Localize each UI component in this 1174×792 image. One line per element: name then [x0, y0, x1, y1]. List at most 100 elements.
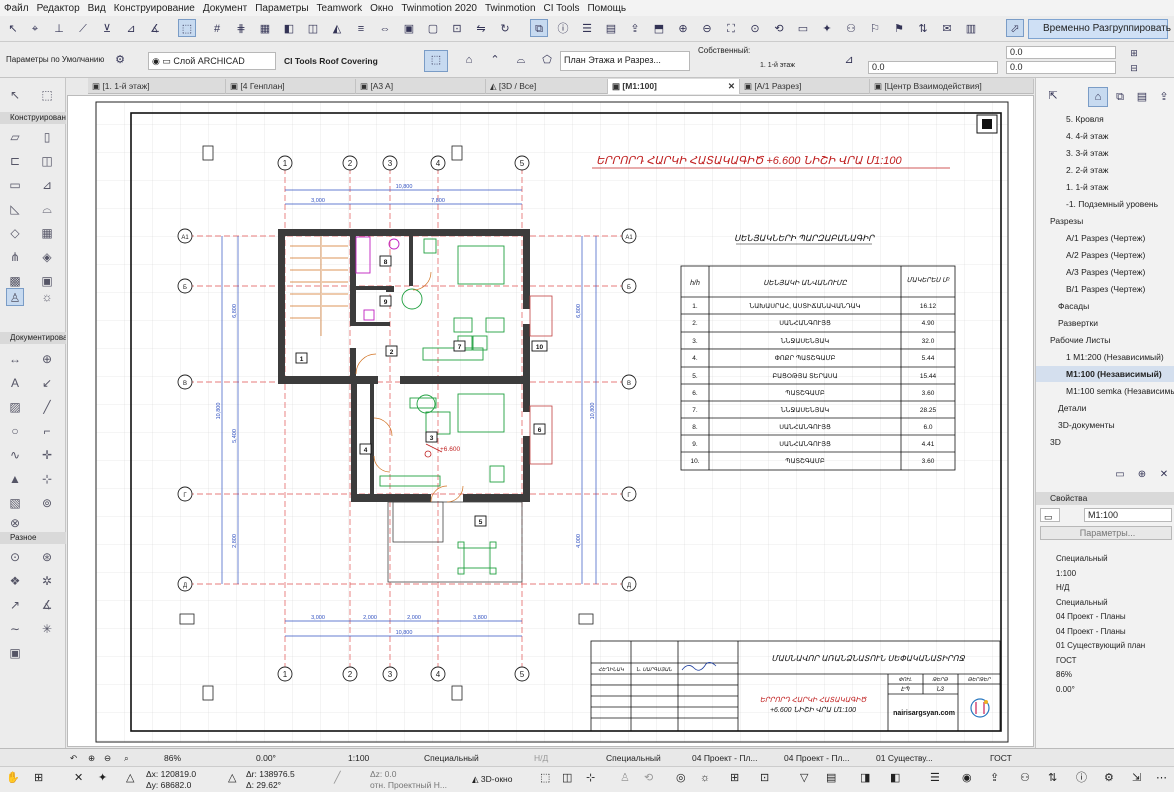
wall-tool-icon[interactable]: ▱ — [6, 128, 24, 146]
tab-a3[interactable]: ▣ [A3 A] — [356, 79, 486, 94]
box-icon[interactable]: ⬚ — [540, 771, 550, 785]
navigator-item[interactable]: B/1 Разрез (Чертеж) — [1036, 281, 1174, 297]
skylight-tool-icon[interactable]: ◇ — [6, 224, 24, 242]
walk-icon[interactable]: ⊙ — [746, 19, 764, 37]
3d-window-button[interactable]: ◭ 3D-окно — [472, 772, 512, 786]
navigator-item[interactable]: 3. 3-й этаж — [1036, 145, 1174, 161]
menu-ci-tools[interactable]: CI Tools — [544, 3, 580, 14]
snapshot-icon[interactable]: ◉ — [962, 771, 972, 785]
column-tool-icon[interactable]: ▯ — [38, 128, 56, 146]
chain-icon[interactable]: ⊞ — [1126, 46, 1142, 59]
undo-zoom-icon[interactable]: ↶ — [70, 751, 77, 765]
menu-document[interactable]: Документ — [203, 3, 247, 14]
layers-icon[interactable]: ▤ — [826, 771, 836, 785]
snap-icon[interactable]: ⊥ — [50, 19, 68, 37]
navigator-item[interactable]: А/1 Разрез (Чертеж) — [1036, 230, 1174, 246]
fit-window-icon[interactable]: ⛶ — [722, 19, 740, 37]
pen-set-icon[interactable]: ◧ — [280, 19, 298, 37]
orbit-icon[interactable]: ⟲ — [770, 19, 788, 37]
spline-tool-icon[interactable]: ∿ — [6, 446, 24, 464]
element-settings-icon[interactable]: ⚙ — [108, 50, 132, 72]
property-row[interactable]: Специальный — [1040, 552, 1172, 566]
measure-icon[interactable]: ∡ — [146, 19, 164, 37]
geometry-method-icon[interactable]: ⬚ — [424, 50, 448, 72]
grid-tool-icon[interactable]: ⊗ — [6, 514, 24, 532]
elevation-icon[interactable]: ◧ — [890, 771, 900, 785]
change-tool-icon[interactable]: ⊚ — [38, 494, 56, 512]
sun-tool-icon[interactable]: ✳ — [38, 620, 56, 638]
publisher-sets-icon[interactable]: ⇪ — [1154, 87, 1174, 107]
layer-selector[interactable]: ◉ ▭ Слой ARCHICAD — [148, 52, 276, 70]
beam-tool-icon[interactable]: ⊏ — [6, 152, 24, 170]
organizer-icon[interactable]: ▤ — [602, 19, 620, 37]
height-field[interactable]: 0.0 — [1006, 46, 1116, 59]
hand-icon[interactable]: ✋ — [6, 771, 20, 785]
zoom-out-icon[interactable]: ⊖ — [698, 19, 716, 37]
arrow-tool-icon[interactable]: ↖ — [6, 86, 24, 104]
model-view-icon[interactable]: ◫ — [304, 19, 322, 37]
layer-combo-icon[interactable]: ▦ — [256, 19, 274, 37]
menu-twinmotion2020[interactable]: Twinmotion 2020 — [401, 3, 477, 14]
trace-icon[interactable]: ⌖ — [26, 19, 44, 37]
navigator-item[interactable]: 5. Кровля — [1036, 111, 1174, 127]
menu-window[interactable]: Окно — [370, 3, 393, 14]
zoom-icon[interactable]: ⊖ — [104, 751, 111, 765]
menu-twinmotion[interactable]: Twinmotion — [485, 3, 536, 14]
section-document[interactable]: Документирование — [0, 332, 66, 344]
menu-file[interactable]: Файл — [4, 3, 29, 14]
circle-tool-icon[interactable]: ○ — [6, 422, 24, 440]
walk-icon[interactable]: ♙ — [620, 771, 630, 785]
layer-combo-value[interactable]: Специальный — [424, 751, 479, 765]
morph-tool-icon[interactable]: ◈ — [38, 248, 56, 266]
marquee-icon[interactable]: ⬒ — [650, 19, 668, 37]
pointer-icon[interactable]: ↖ — [4, 19, 22, 37]
align-icon[interactable]: ≡ — [352, 19, 370, 37]
object-tool-icon[interactable]: ♙ — [6, 288, 24, 306]
tab-genplan[interactable]: ▣ [4 Генплан] — [226, 79, 356, 94]
section-misc[interactable]: Разное — [0, 532, 66, 544]
angle-tool-icon[interactable]: ∡ — [38, 596, 56, 614]
hip-roof-icon[interactable]: ⌃ — [484, 50, 506, 72]
navigator-item[interactable]: Разрезы — [1036, 213, 1174, 229]
cube-icon[interactable]: ◫ — [562, 771, 572, 785]
navigator-item[interactable]: 3D — [1036, 434, 1174, 450]
scale-value[interactable]: 1:100 — [348, 751, 369, 765]
navigator-item[interactable]: M1:100 (Независимый) — [1036, 366, 1174, 382]
angle-value[interactable]: 0.00° — [256, 751, 276, 765]
line-tool-icon[interactable]: ╱ — [38, 398, 56, 416]
cloud-tool-icon[interactable]: ❖ — [6, 572, 24, 590]
fill-tool-icon[interactable]: ▨ — [6, 398, 24, 416]
wave-tool-icon[interactable]: ∼ — [6, 620, 24, 638]
navigator-item[interactable]: -1. Подземный уровень — [1036, 196, 1174, 212]
navigator-item[interactable]: 2. 2-й этаж — [1036, 162, 1174, 178]
structure-value[interactable]: Н/Д — [534, 751, 548, 765]
tab-section-a1[interactable]: ▣ [A/1 Разрез] — [740, 79, 870, 94]
distribute-icon[interactable]: ⇔ — [376, 19, 394, 37]
property-row[interactable]: 0.00° — [1040, 683, 1172, 697]
tab-1st-floor[interactable]: ▣ [1. 1-й этаж] — [88, 79, 226, 94]
axis-icon[interactable]: ⊹ — [586, 771, 595, 785]
standard-value[interactable]: ГОСТ — [990, 751, 1012, 765]
property-row[interactable]: 04 Проект - Планы — [1040, 625, 1172, 639]
properties-settings-button[interactable]: Параметры... — [1040, 526, 1172, 540]
filter-icon[interactable]: ▽ — [800, 771, 808, 785]
railing-tool-icon[interactable]: ⋔ — [6, 248, 24, 266]
properties-name-field[interactable]: M1:100 — [1084, 508, 1172, 522]
pan-icon[interactable]: ⊞ — [34, 771, 43, 785]
menu-edit[interactable]: Редактор — [37, 3, 80, 14]
camera-icon[interactable]: ◎ — [676, 771, 686, 785]
navigator-item[interactable]: Развертки — [1036, 315, 1174, 331]
snap-grid-icon[interactable]: ⋕ — [232, 19, 250, 37]
property-row[interactable]: 04 Проект - Планы — [1040, 610, 1172, 624]
roof-pivot-icon[interactable]: ⊿ — [836, 50, 862, 72]
tab-m1-100[interactable]: ▣ [M1:100] ✕ — [608, 79, 740, 94]
grid-icon[interactable]: ⊞ — [730, 771, 739, 785]
navigator-item[interactable]: А/3 Разрез (Чертеж) — [1036, 264, 1174, 280]
properties-type-icon[interactable]: ▭ — [1040, 508, 1060, 522]
shell-tool-icon[interactable]: ⌓ — [38, 200, 56, 218]
model-view-value[interactable]: 04 Проект - Пл... — [692, 751, 758, 765]
stack-icon[interactable]: ☰ — [930, 771, 940, 785]
menu-options[interactable]: Параметры — [255, 3, 308, 14]
property-row[interactable]: ГОСТ — [1040, 654, 1172, 668]
ruler-icon[interactable]: ⊿ — [122, 19, 140, 37]
